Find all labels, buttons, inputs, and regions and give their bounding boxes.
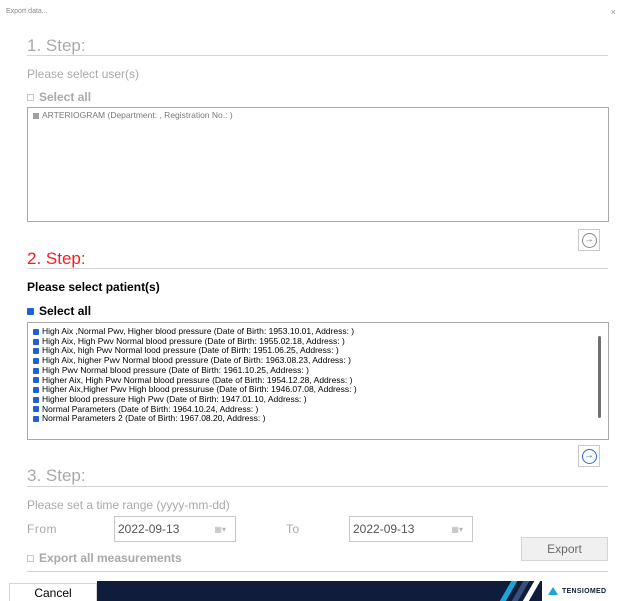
from-date-value: 2022-09-13 [118, 522, 180, 536]
export-button[interactable]: Export [521, 537, 608, 561]
checkbox-icon [27, 554, 34, 562]
calendar-dropdown-icon[interactable]: ▦▾ [451, 525, 463, 534]
checkbox-checked-icon [33, 387, 39, 394]
checkbox-icon [33, 112, 39, 119]
users-listbox[interactable]: ARTERIOGRAM (Department: , Registration … [27, 107, 609, 222]
step1-prompt: Please select user(s) [27, 67, 140, 81]
checkbox-checked-icon [33, 357, 39, 364]
list-item[interactable]: Normal Parameters 2 (Date of Birth: 1967… [28, 414, 608, 424]
checkbox-checked-icon [33, 377, 39, 384]
window-title: Export data... [6, 8, 48, 15]
checkbox-checked-icon [33, 367, 39, 374]
step3-title: 3. Step: [27, 466, 86, 485]
checkbox-icon [27, 93, 34, 101]
checkbox-checked-icon [33, 416, 39, 423]
calendar-dropdown-icon[interactable]: ▦▾ [214, 525, 226, 534]
arrow-right-circle-icon: → [581, 232, 597, 248]
checkbox-checked-icon [33, 328, 39, 335]
patients-listbox[interactable]: High Aix ,Normal Pwv, Higher blood press… [27, 322, 609, 440]
patient-label: Normal Parameters 2 (Date of Birth: 1967… [42, 413, 266, 424]
from-date-input[interactable]: 2022-09-13 ▦▾ [114, 516, 236, 542]
checkbox-checked-icon [33, 406, 39, 413]
step3-divider [27, 486, 608, 487]
checkbox-checked-icon [33, 396, 39, 403]
step1-title: 1. Step: [27, 36, 86, 55]
step3-prompt: Please set a time range (yyyy-mm-dd) [27, 498, 230, 512]
step2-divider [27, 268, 608, 269]
checkbox-checked-icon [27, 307, 34, 315]
to-date-input[interactable]: 2022-09-13 ▦▾ [349, 516, 473, 542]
select-all-patients-checkbox[interactable]: Select all [27, 304, 91, 318]
step2-next-button[interactable]: → [578, 445, 600, 467]
select-all-users-checkbox[interactable]: Select all [27, 90, 91, 104]
user-label: ARTERIOGRAM (Department: , Registration … [42, 110, 233, 120]
patients-scrollbar[interactable] [598, 336, 601, 418]
to-label: To [286, 522, 300, 536]
from-label: From [27, 522, 57, 536]
brand-logo: TENSIOMED [542, 581, 622, 601]
close-icon[interactable]: × [611, 7, 616, 17]
export-all-label: Export all measurements [39, 551, 182, 565]
logo-icon [548, 587, 558, 595]
to-date-value: 2022-09-13 [353, 522, 415, 536]
list-item[interactable]: ARTERIOGRAM (Department: , Registration … [28, 110, 608, 121]
step1-next-button[interactable]: → [578, 229, 600, 251]
step2-prompt: Please select patient(s) [27, 280, 160, 294]
select-all-patients-label: Select all [39, 304, 92, 318]
checkbox-checked-icon [33, 348, 39, 355]
checkbox-checked-icon [33, 338, 39, 345]
footer-banner: TENSIOMED [97, 581, 622, 601]
arrow-right-circle-icon: → [581, 448, 597, 464]
step2-title: 2. Step: [27, 249, 86, 268]
brand-name: TENSIOMED [562, 587, 607, 595]
bottom-divider [27, 571, 608, 572]
step1-divider [27, 55, 608, 56]
select-all-users-label: Select all [39, 90, 92, 104]
export-all-measurements-checkbox[interactable]: Export all measurements [27, 551, 182, 565]
cancel-button[interactable]: Cancel [9, 583, 97, 601]
